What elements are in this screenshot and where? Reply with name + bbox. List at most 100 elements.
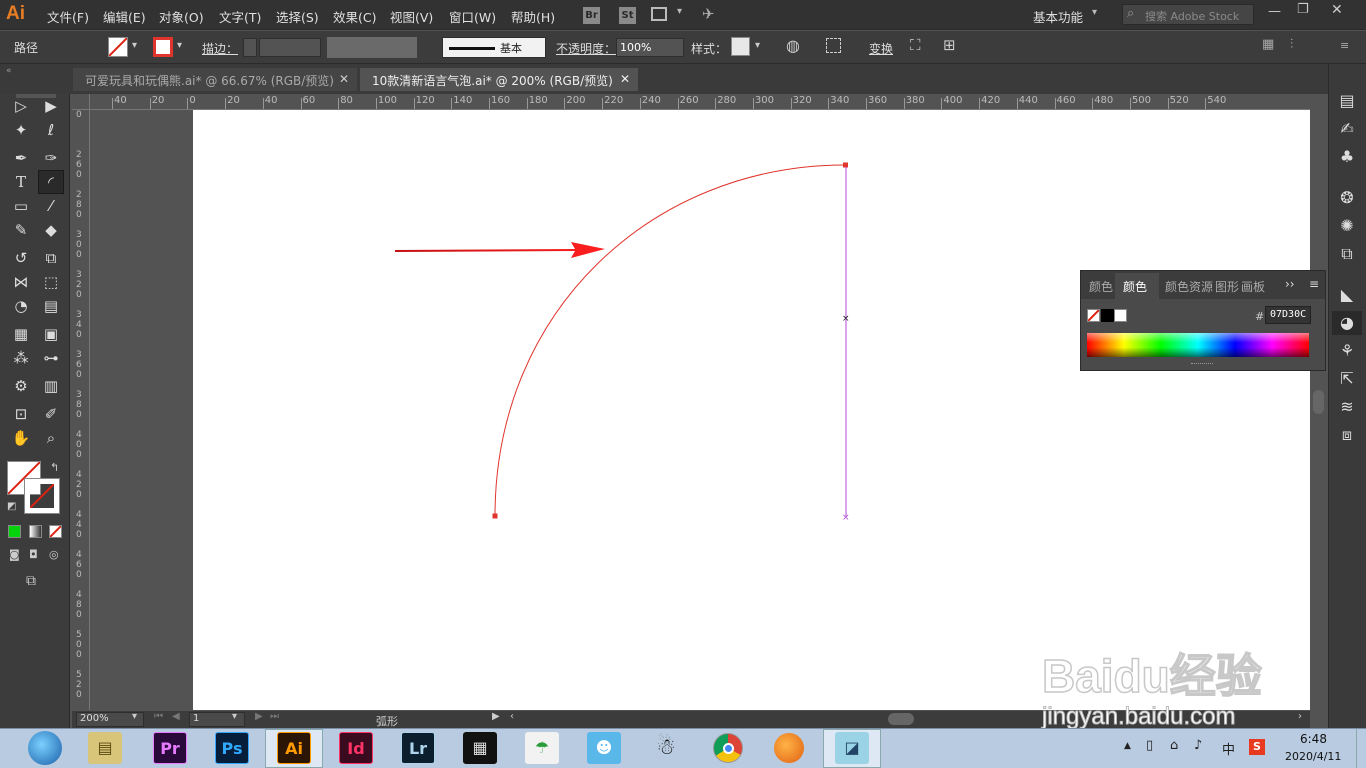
chevron-down-icon[interactable]: ▾ [755, 40, 760, 51]
slice-tool-icon[interactable]: ✐ [40, 403, 62, 425]
gradient-panel-icon[interactable]: ◣ [1338, 286, 1356, 304]
tab-artboards[interactable]: 画板 [1241, 278, 1265, 295]
chrome-icon[interactable] [713, 733, 743, 763]
clock-time[interactable]: 6:48 [1300, 732, 1327, 746]
align-icon[interactable] [826, 38, 841, 53]
menu-window[interactable]: 窗口(W) [449, 7, 496, 26]
arc-anchor-start[interactable] [492, 513, 498, 519]
paintbrush-tool-icon[interactable]: ⁄ [40, 195, 62, 217]
menu-icon[interactable]: ≡ [1340, 39, 1349, 52]
indesign-taskbar-icon[interactable]: Id [339, 732, 373, 764]
pen-tool-icon[interactable]: ✒ [10, 147, 32, 169]
fill-swatch[interactable] [108, 37, 128, 57]
cc-libraries-icon[interactable]: ❂ [1338, 189, 1356, 207]
direct-selection-tool-icon[interactable]: ▶ [40, 95, 62, 117]
select-similar-icon[interactable]: ⊞ [943, 36, 956, 54]
qq-icon[interactable]: ☃ [649, 732, 683, 764]
menu-view[interactable]: 视图(V) [390, 7, 433, 26]
show-hidden-icons[interactable]: ▲ [1124, 741, 1131, 751]
shape-builder-tool-icon[interactable]: ◔ [10, 295, 32, 317]
symbol-sprayer-tool-icon[interactable]: ⚙ [10, 375, 32, 397]
chevron-down-icon[interactable]: ▾ [677, 6, 682, 17]
close-icon[interactable]: ✕ [1331, 2, 1343, 18]
tray-phone-icon[interactable]: ▯ [1146, 738, 1153, 753]
chevron-down-icon[interactable]: ▾ [177, 40, 182, 51]
clock-date[interactable]: 2020/4/11 [1285, 750, 1341, 763]
minimize-icon[interactable]: — [1268, 4, 1281, 19]
stroke-weight-field[interactable] [259, 38, 321, 57]
width-tool-icon[interactable]: ⋈ [10, 271, 32, 293]
file-explorer-icon[interactable]: ▤ [88, 732, 122, 764]
chevron-down-icon[interactable]: ▾ [132, 40, 137, 51]
chevron-down-icon[interactable]: ▾ [232, 711, 237, 722]
curvature-tool-icon[interactable]: ✑ [40, 147, 62, 169]
lightroom-taskbar-icon[interactable]: Lr [401, 732, 435, 764]
photoshop-taskbar-icon[interactable]: Ps [215, 732, 249, 764]
variable-width-profile[interactable] [327, 37, 417, 58]
panel-menu-icon[interactable]: ≡ [1309, 277, 1319, 291]
symbols-panel-icon[interactable]: ♣ [1338, 148, 1356, 166]
menu-type[interactable]: 文字(T) [219, 7, 261, 26]
stroke-color-box[interactable] [24, 478, 60, 514]
none-swatch[interactable] [1087, 309, 1100, 322]
stroke-swatch[interactable] [153, 37, 173, 57]
rotate-tool-icon[interactable]: ↺ [10, 247, 32, 269]
draw-normal-icon[interactable]: ◙ [9, 548, 20, 561]
menu-edit[interactable]: 编辑(E) [103, 7, 146, 26]
brushes-panel-icon[interactable]: ✍ [1338, 120, 1356, 138]
notepad-app-icon[interactable]: ◪ [835, 732, 869, 764]
workspace-switcher[interactable]: 基本功能 [1033, 7, 1083, 26]
tab-color[interactable]: 颜色 [1115, 273, 1159, 299]
opacity-field[interactable]: 100% [616, 38, 684, 57]
screen-mode-icon[interactable]: ⧉ [26, 573, 36, 589]
black-swatch[interactable] [1101, 309, 1114, 322]
gradient-mode-button[interactable] [29, 525, 42, 538]
graphic-style-swatch[interactable] [731, 37, 750, 56]
gradient-tool-icon[interactable]: ▣ [40, 323, 62, 345]
white-swatch[interactable] [1114, 309, 1127, 322]
last-artboard-icon[interactable]: ⏭ [270, 711, 279, 722]
draw-behind-icon[interactable]: ◘ [29, 548, 38, 561]
gpu-performance-icon[interactable]: ✈ [702, 5, 715, 23]
close-icon[interactable]: ✕ [620, 72, 630, 86]
prev-artboard-icon[interactable]: ◀ [172, 711, 180, 722]
bridge-button[interactable]: Br [583, 7, 600, 24]
restore-icon[interactable]: ❐ [1297, 2, 1309, 17]
properties-panel-icon[interactable]: ▤ [1338, 92, 1356, 110]
blend-tool-icon[interactable]: ⊶ [40, 347, 62, 369]
menu-object[interactable]: 对象(O) [159, 7, 204, 26]
graphic-styles-icon[interactable]: ⧉ [1338, 245, 1356, 263]
color-spectrum[interactable] [1087, 333, 1309, 357]
tab-color-guide[interactable]: 颜色 [1165, 278, 1189, 295]
lasso-tool-icon[interactable]: ℓ [40, 119, 62, 141]
menu-help[interactable]: 帮助(H) [511, 7, 555, 26]
opacity-label[interactable]: 不透明度： [556, 40, 616, 57]
umbrella-app-icon[interactable]: ☂ [525, 732, 559, 764]
artboards-panel-icon[interactable]: ⧈ [1338, 426, 1356, 444]
arrange-documents-icon[interactable] [651, 7, 667, 21]
sogou-ime-icon[interactable]: S [1249, 739, 1265, 755]
stroke-weight-stepper[interactable] [243, 38, 257, 57]
vertical-scrollbar[interactable] [1310, 94, 1328, 711]
stroke-label[interactable]: 描边： [202, 40, 238, 57]
tab-document-1[interactable]: 可爱玩具和玩偶熊.ai* @ 66.67% (RGB/预览) ✕ [73, 68, 357, 91]
start-button[interactable] [28, 731, 62, 765]
first-artboard-icon[interactable]: ⏮ [154, 711, 163, 722]
panel-options-icon[interactable]: ⫶ [1290, 37, 1293, 52]
zoom-tool-icon[interactable]: ⌕ [40, 427, 62, 449]
none-mode-button[interactable] [49, 525, 62, 538]
close-icon[interactable]: ✕ [339, 72, 349, 86]
tab-document-2[interactable]: 10款清新语言气泡.ai* @ 200% (RGB/预览) ✕ [360, 68, 638, 91]
scroll-left-icon[interactable]: ‹ [510, 711, 514, 722]
eraser-tool-icon[interactable]: ◆ [40, 219, 62, 241]
type-tool-icon[interactable]: T [10, 171, 32, 193]
menu-effect[interactable]: 效果(C) [333, 7, 376, 26]
chat-app-icon[interactable]: ☻ [587, 732, 621, 764]
stock-search-box[interactable]: ⌕ 搜索 Adobe Stock [1122, 4, 1254, 25]
perspective-grid-tool-icon[interactable]: ▤ [40, 295, 62, 317]
scale-tool-icon[interactable]: ⧉ [40, 247, 62, 269]
tab-swatches[interactable]: 颜色 [1089, 278, 1113, 295]
chevron-down-icon[interactable]: ▾ [132, 711, 137, 722]
arc-path[interactable] [494, 164, 846, 517]
selection-tool-icon[interactable]: ▷ [10, 95, 32, 117]
